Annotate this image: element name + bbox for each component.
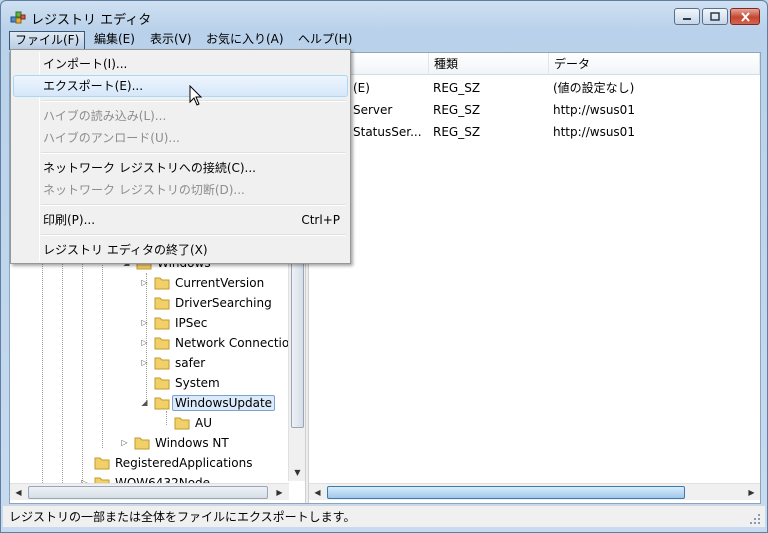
tree-node-network-connections[interactable]: ▷ Network Connectio xyxy=(140,333,292,353)
maximize-icon xyxy=(710,12,720,21)
folder-icon xyxy=(154,297,170,310)
scroll-left-arrow-icon[interactable]: ◀ xyxy=(309,484,326,501)
menu-item-import[interactable]: インポート(I)... xyxy=(13,53,348,75)
value-data: http://wsus01 xyxy=(553,125,635,139)
registry-editor-window: レジストリ エディタ ファイル(F) 編集(E) 表示(V) お気に入り(A) … xyxy=(0,0,768,533)
tree-node-label: AU xyxy=(195,416,212,430)
tree-node-label: WindowsUpdate xyxy=(172,395,276,411)
tree-node-windowsupdate[interactable]: ◢ WindowsUpdate xyxy=(140,393,276,413)
value-type: REG_SZ xyxy=(433,81,481,95)
folder-icon xyxy=(174,417,190,430)
maximize-button[interactable] xyxy=(702,8,728,25)
menu-separator xyxy=(41,234,346,236)
scroll-down-arrow-icon[interactable]: ▼ xyxy=(289,464,305,481)
menu-bar: ファイル(F) 編集(E) 表示(V) お気に入り(A) ヘルプ(H) xyxy=(9,31,759,50)
folder-icon xyxy=(154,317,170,330)
tree-node-safer[interactable]: ▷ safer xyxy=(140,353,208,373)
value-name[interactable]: StatusSer... xyxy=(353,121,429,143)
folder-open-icon xyxy=(154,397,170,410)
value-type: REG_SZ xyxy=(433,125,481,139)
menu-help[interactable]: ヘルプ(H) xyxy=(293,31,357,50)
tree-node-label: RegisteredApplications xyxy=(115,456,253,470)
menu-view[interactable]: 表示(V) xyxy=(145,31,197,50)
expander-icon[interactable]: ◢ xyxy=(140,398,149,407)
scroll-thumb[interactable] xyxy=(28,486,268,499)
column-header-data[interactable]: データ xyxy=(549,53,760,75)
tree-node-label: safer xyxy=(175,356,206,370)
menu-edit[interactable]: 編集(E) xyxy=(89,31,140,50)
tree-node-driversearching[interactable]: DriverSearching xyxy=(140,293,275,313)
column-header-type[interactable]: 種類 xyxy=(429,53,549,75)
tree-horizontal-scrollbar[interactable]: ◀ ▶ xyxy=(10,483,289,500)
resize-grip-icon[interactable] xyxy=(749,513,761,525)
tree-node-system[interactable]: System xyxy=(140,373,223,393)
close-icon xyxy=(740,11,750,22)
folder-icon xyxy=(154,357,170,370)
tree-node-label: DriverSearching xyxy=(175,296,272,310)
tree-node-label: Windows NT xyxy=(155,436,229,450)
menu-separator xyxy=(41,152,346,154)
expander-icon[interactable]: ▷ xyxy=(140,318,149,327)
tree-node-label: Network Connectio xyxy=(175,336,290,350)
menu-item-exit[interactable]: レジストリ エディタの終了(X) xyxy=(13,239,348,261)
tree-node-ipsec[interactable]: ▷ IPSec xyxy=(140,313,210,333)
value-data: http://wsus01 xyxy=(553,103,635,117)
file-menu-dropdown: インポート(I)... エクスポート(E)... ハイブの読み込み(L)... … xyxy=(10,49,351,264)
close-button[interactable] xyxy=(730,8,760,25)
value-type: REG_SZ xyxy=(433,103,481,117)
scroll-thumb[interactable] xyxy=(327,486,685,499)
minimize-icon xyxy=(683,17,691,20)
folder-icon xyxy=(94,457,110,470)
menu-shortcut: Ctrl+P xyxy=(301,213,340,227)
minimize-button[interactable] xyxy=(674,8,700,25)
expander-icon xyxy=(140,298,149,307)
menu-item-export[interactable]: エクスポート(E)... xyxy=(13,75,348,97)
folder-icon xyxy=(154,277,170,290)
scroll-left-arrow-icon[interactable]: ◀ xyxy=(10,484,27,501)
scroll-right-arrow-icon[interactable]: ▶ xyxy=(271,484,288,501)
expander-icon xyxy=(160,418,169,427)
scroll-right-arrow-icon[interactable]: ▶ xyxy=(743,484,760,501)
expander-icon[interactable]: ▷ xyxy=(140,358,149,367)
status-text: レジストリの一部または全体をファイルにエクスポートします。 xyxy=(9,510,356,524)
app-icon xyxy=(10,11,26,24)
value-name[interactable]: (E) xyxy=(353,77,429,99)
value-name[interactable]: Server xyxy=(353,99,429,121)
expander-icon xyxy=(140,378,149,387)
tree-node-label: System xyxy=(175,376,220,390)
title-bar[interactable]: レジストリ エディタ xyxy=(1,1,767,31)
folder-icon xyxy=(154,337,170,350)
menu-item-print[interactable]: 印刷(P)... Ctrl+P xyxy=(13,209,348,231)
window-title: レジストリ エディタ xyxy=(31,13,152,28)
status-bar: レジストリの一部または全体をファイルにエクスポートします。 xyxy=(3,505,765,527)
menu-item-label: 印刷(P)... xyxy=(43,213,96,227)
menu-item-load-hive[interactable]: ハイブの読み込み(L)... xyxy=(13,105,348,127)
expander-icon[interactable]: ▷ xyxy=(140,338,149,347)
expander-icon[interactable]: ▷ xyxy=(140,278,149,287)
menu-item-connect-network-registry[interactable]: ネットワーク レジストリへの接続(C)... xyxy=(13,157,348,179)
value-list-pane[interactable]: 名前 種類 データ (E) REG_SZ (値の設定なし) Server REG… xyxy=(309,53,760,503)
tree-node-label: IPSec xyxy=(175,316,208,330)
expander-icon xyxy=(80,458,89,467)
tree-node-au[interactable]: AU xyxy=(160,413,215,433)
mouse-cursor-icon xyxy=(189,85,203,106)
values-horizontal-scrollbar[interactable]: ◀ ▶ xyxy=(309,483,760,500)
menu-file[interactable]: ファイル(F) xyxy=(9,31,86,50)
value-data: (値の設定なし) xyxy=(553,81,635,95)
menu-item-disconnect-network-registry[interactable]: ネットワーク レジストリの切断(D)... xyxy=(13,179,348,201)
tree-node-registeredapplications[interactable]: RegisteredApplications xyxy=(80,453,255,473)
menu-separator xyxy=(41,204,346,206)
menu-item-unload-hive[interactable]: ハイブのアンロード(U)... xyxy=(13,127,348,149)
folder-icon xyxy=(154,377,170,390)
tree-node-windows-nt[interactable]: ▷ Windows NT xyxy=(120,433,232,453)
tree-node-currentversion[interactable]: ▷ CurrentVersion xyxy=(140,273,267,293)
folder-icon xyxy=(134,437,150,450)
menu-favorites[interactable]: お気に入り(A) xyxy=(201,31,289,50)
tree-node-label: CurrentVersion xyxy=(175,276,265,290)
expander-icon[interactable]: ▷ xyxy=(120,438,129,447)
